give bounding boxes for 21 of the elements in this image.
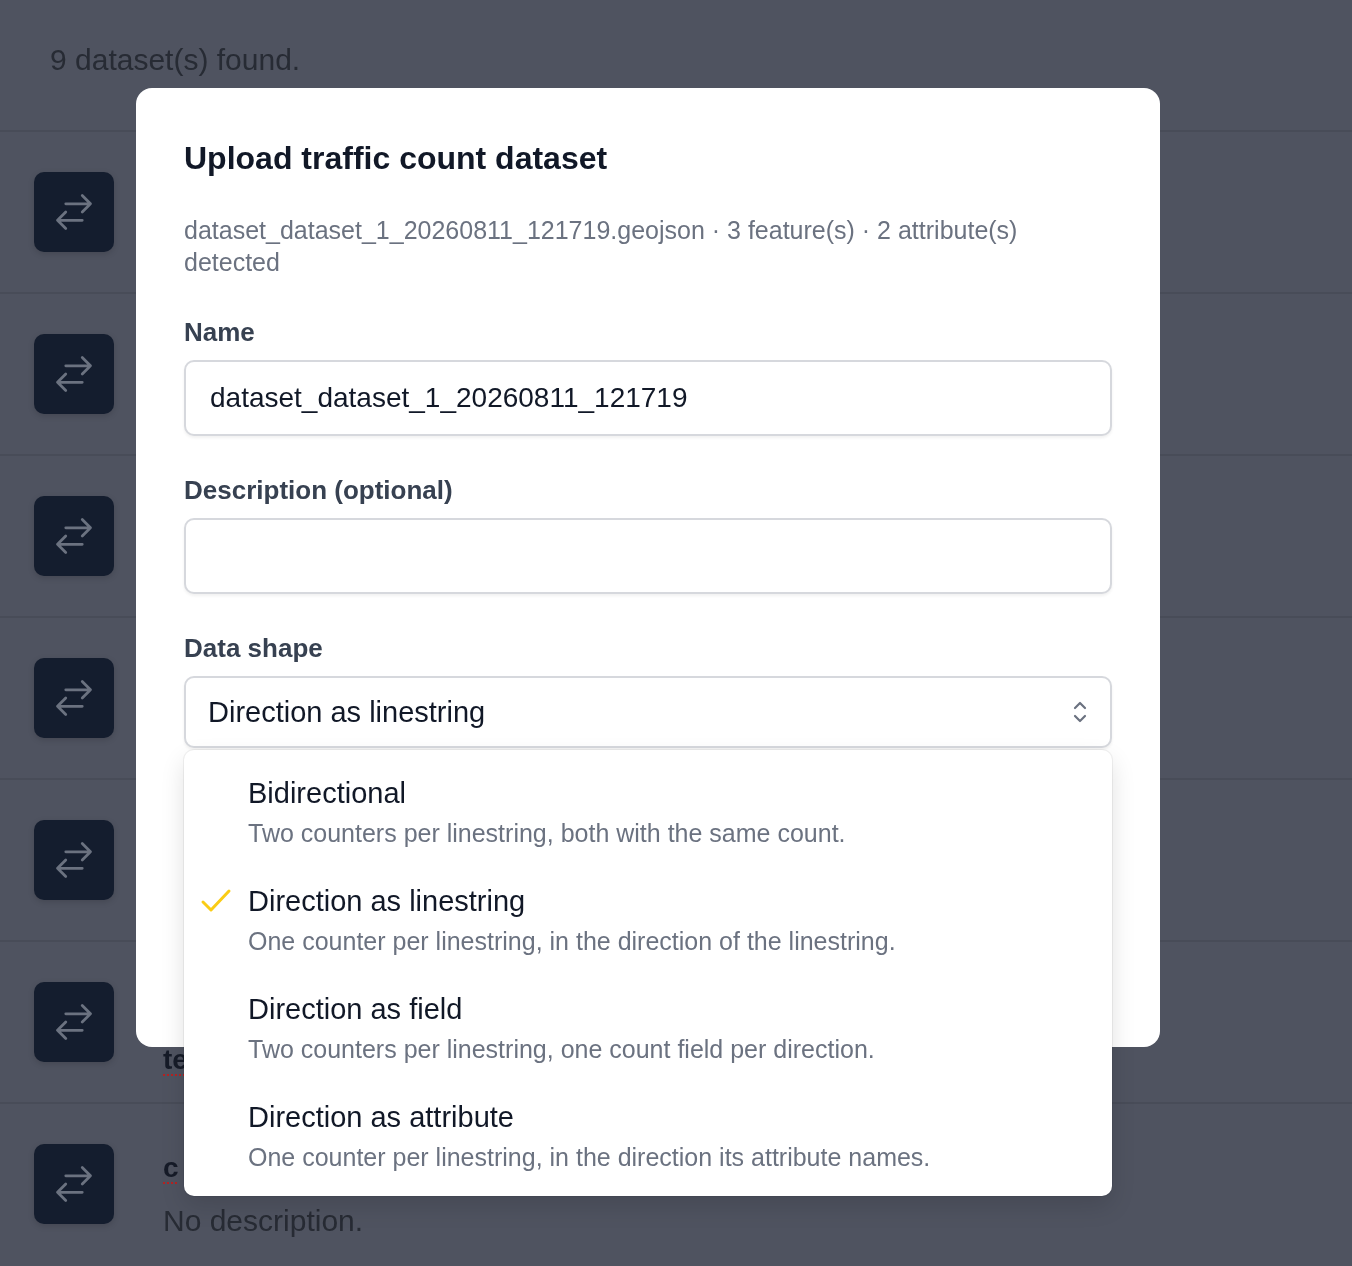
- text-input[interactable]: dataset_dataset_1_20260811_121719: [184, 360, 1112, 436]
- dropdown-option[interactable]: Direction as linestring One counter per linestring, in the direction of the linestring.: [184, 866, 1112, 974]
- dropdown-option[interactable]: Bidirectional Two counters per linestring, both with the same count.: [184, 758, 1112, 866]
- select-dropdown[interactable]: Direction as linestring: [184, 676, 1112, 748]
- arrows-left-right-icon: [34, 496, 114, 576]
- arrows-left-right-icon: [34, 820, 114, 900]
- arrows-left-right-icon: [34, 1144, 114, 1224]
- dropdown-option[interactable]: Direction as field Two counters per linestring, one count field per direction.: [184, 974, 1112, 1082]
- arrows-left-right-icon: [34, 982, 114, 1062]
- chevron-up-down-icon: [1072, 699, 1088, 725]
- dropdown-option[interactable]: Direction as attribute One counter per linestring, in the direction its attribute names.: [184, 1082, 1112, 1190]
- arrows-left-right-icon: [34, 172, 114, 252]
- text-input[interactable]: [184, 518, 1112, 594]
- dialog-title: Upload traffic count dataset: [184, 139, 609, 178]
- field-label: Data shape: [184, 632, 324, 665]
- field-label: Name: [184, 316, 256, 349]
- arrows-left-right-icon: [34, 658, 114, 738]
- file-summary-text: dataset_dataset_1_20260811_121719.geojson · 3 feature(s) · 2 attribute(s) detected: [184, 215, 1019, 278]
- dataset-title: c: [163, 1154, 179, 1182]
- field-label: Description (optional): [184, 474, 454, 507]
- arrows-left-right-icon: [34, 334, 114, 414]
